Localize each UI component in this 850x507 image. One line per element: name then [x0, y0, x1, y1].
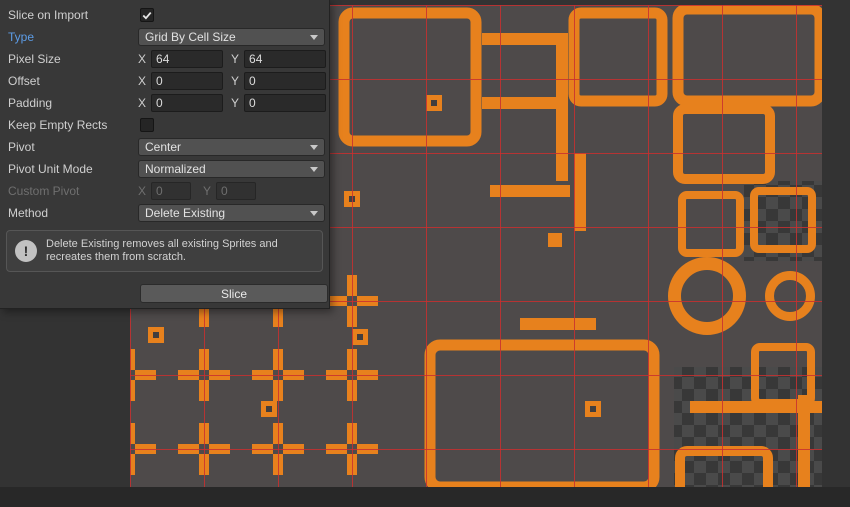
- pivot-dropdown[interactable]: Center: [138, 138, 325, 156]
- row-custom-pivot: Custom Pivot X Y: [0, 180, 329, 202]
- offset-x-input[interactable]: [151, 72, 223, 90]
- pivot-dropdown-value: Center: [145, 140, 306, 154]
- padding-x-label: X: [138, 96, 146, 110]
- type-label: Type: [8, 30, 138, 44]
- offset-x-label: X: [138, 74, 146, 88]
- row-pixel-size: Pixel Size X Y: [0, 48, 329, 70]
- row-padding: Padding X Y: [0, 92, 329, 114]
- row-type: Type Grid By Cell Size: [0, 26, 329, 48]
- pixel-size-x-input[interactable]: [151, 50, 223, 68]
- info-icon: !: [15, 240, 37, 262]
- help-text-line2: recreates them from scratch.: [46, 251, 278, 264]
- method-label: Method: [8, 206, 138, 220]
- slice-on-import-checkbox[interactable]: [140, 8, 154, 22]
- method-dropdown[interactable]: Delete Existing: [138, 204, 325, 222]
- editor-bottom-strip: [0, 487, 850, 507]
- pivot-unit-mode-dropdown-value: Normalized: [145, 162, 306, 176]
- method-dropdown-value: Delete Existing: [145, 206, 306, 220]
- row-pivot-unit-mode: Pivot Unit Mode Normalized: [0, 158, 329, 180]
- slice-button[interactable]: Slice: [140, 284, 328, 303]
- pixel-size-y-label: Y: [231, 52, 239, 66]
- type-dropdown[interactable]: Grid By Cell Size: [138, 28, 325, 46]
- custom-pivot-label: Custom Pivot: [8, 184, 138, 198]
- pivot-unit-mode-label: Pivot Unit Mode: [8, 162, 138, 176]
- slice-panel: Slice on Import Type Grid By Cell Size P…: [0, 0, 330, 309]
- chevron-down-icon: [310, 145, 318, 150]
- sprite-editor-window: { "panel": { "slice_on_import": { "label…: [0, 0, 850, 507]
- pivot-label: Pivot: [8, 140, 138, 154]
- pixel-size-label: Pixel Size: [8, 52, 138, 66]
- custom-pivot-y-input: [216, 182, 256, 200]
- chevron-down-icon: [310, 35, 318, 40]
- row-method: Method Delete Existing: [0, 202, 329, 224]
- offset-label: Offset: [8, 74, 138, 88]
- row-keep-empty-rects: Keep Empty Rects: [0, 114, 329, 136]
- padding-x-input[interactable]: [151, 94, 223, 112]
- custom-pivot-y-label: Y: [203, 184, 211, 198]
- keep-empty-rects-label: Keep Empty Rects: [8, 118, 138, 132]
- custom-pivot-x-label: X: [138, 184, 146, 198]
- padding-y-input[interactable]: [244, 94, 326, 112]
- type-dropdown-value: Grid By Cell Size: [145, 30, 306, 44]
- help-text: Delete Existing removes all existing Spr…: [46, 238, 278, 264]
- pixel-size-y-input[interactable]: [244, 50, 326, 68]
- custom-pivot-x-input: [151, 182, 191, 200]
- keep-empty-rects-checkbox[interactable]: [140, 118, 154, 132]
- padding-y-label: Y: [231, 96, 239, 110]
- check-icon: [142, 11, 152, 20]
- pivot-unit-mode-dropdown[interactable]: Normalized: [138, 160, 325, 178]
- padding-label: Padding: [8, 96, 138, 110]
- row-slice-on-import: Slice on Import: [0, 4, 329, 26]
- offset-y-label: Y: [231, 74, 239, 88]
- row-pivot: Pivot Center: [0, 136, 329, 158]
- slice-on-import-label: Slice on Import: [8, 8, 138, 22]
- chevron-down-icon: [310, 167, 318, 172]
- method-help-box: ! Delete Existing removes all existing S…: [6, 230, 323, 272]
- pixel-size-x-label: X: [138, 52, 146, 66]
- row-offset: Offset X Y: [0, 70, 329, 92]
- chevron-down-icon: [310, 211, 318, 216]
- offset-y-input[interactable]: [244, 72, 326, 90]
- help-text-line1: Delete Existing removes all existing Spr…: [46, 238, 278, 251]
